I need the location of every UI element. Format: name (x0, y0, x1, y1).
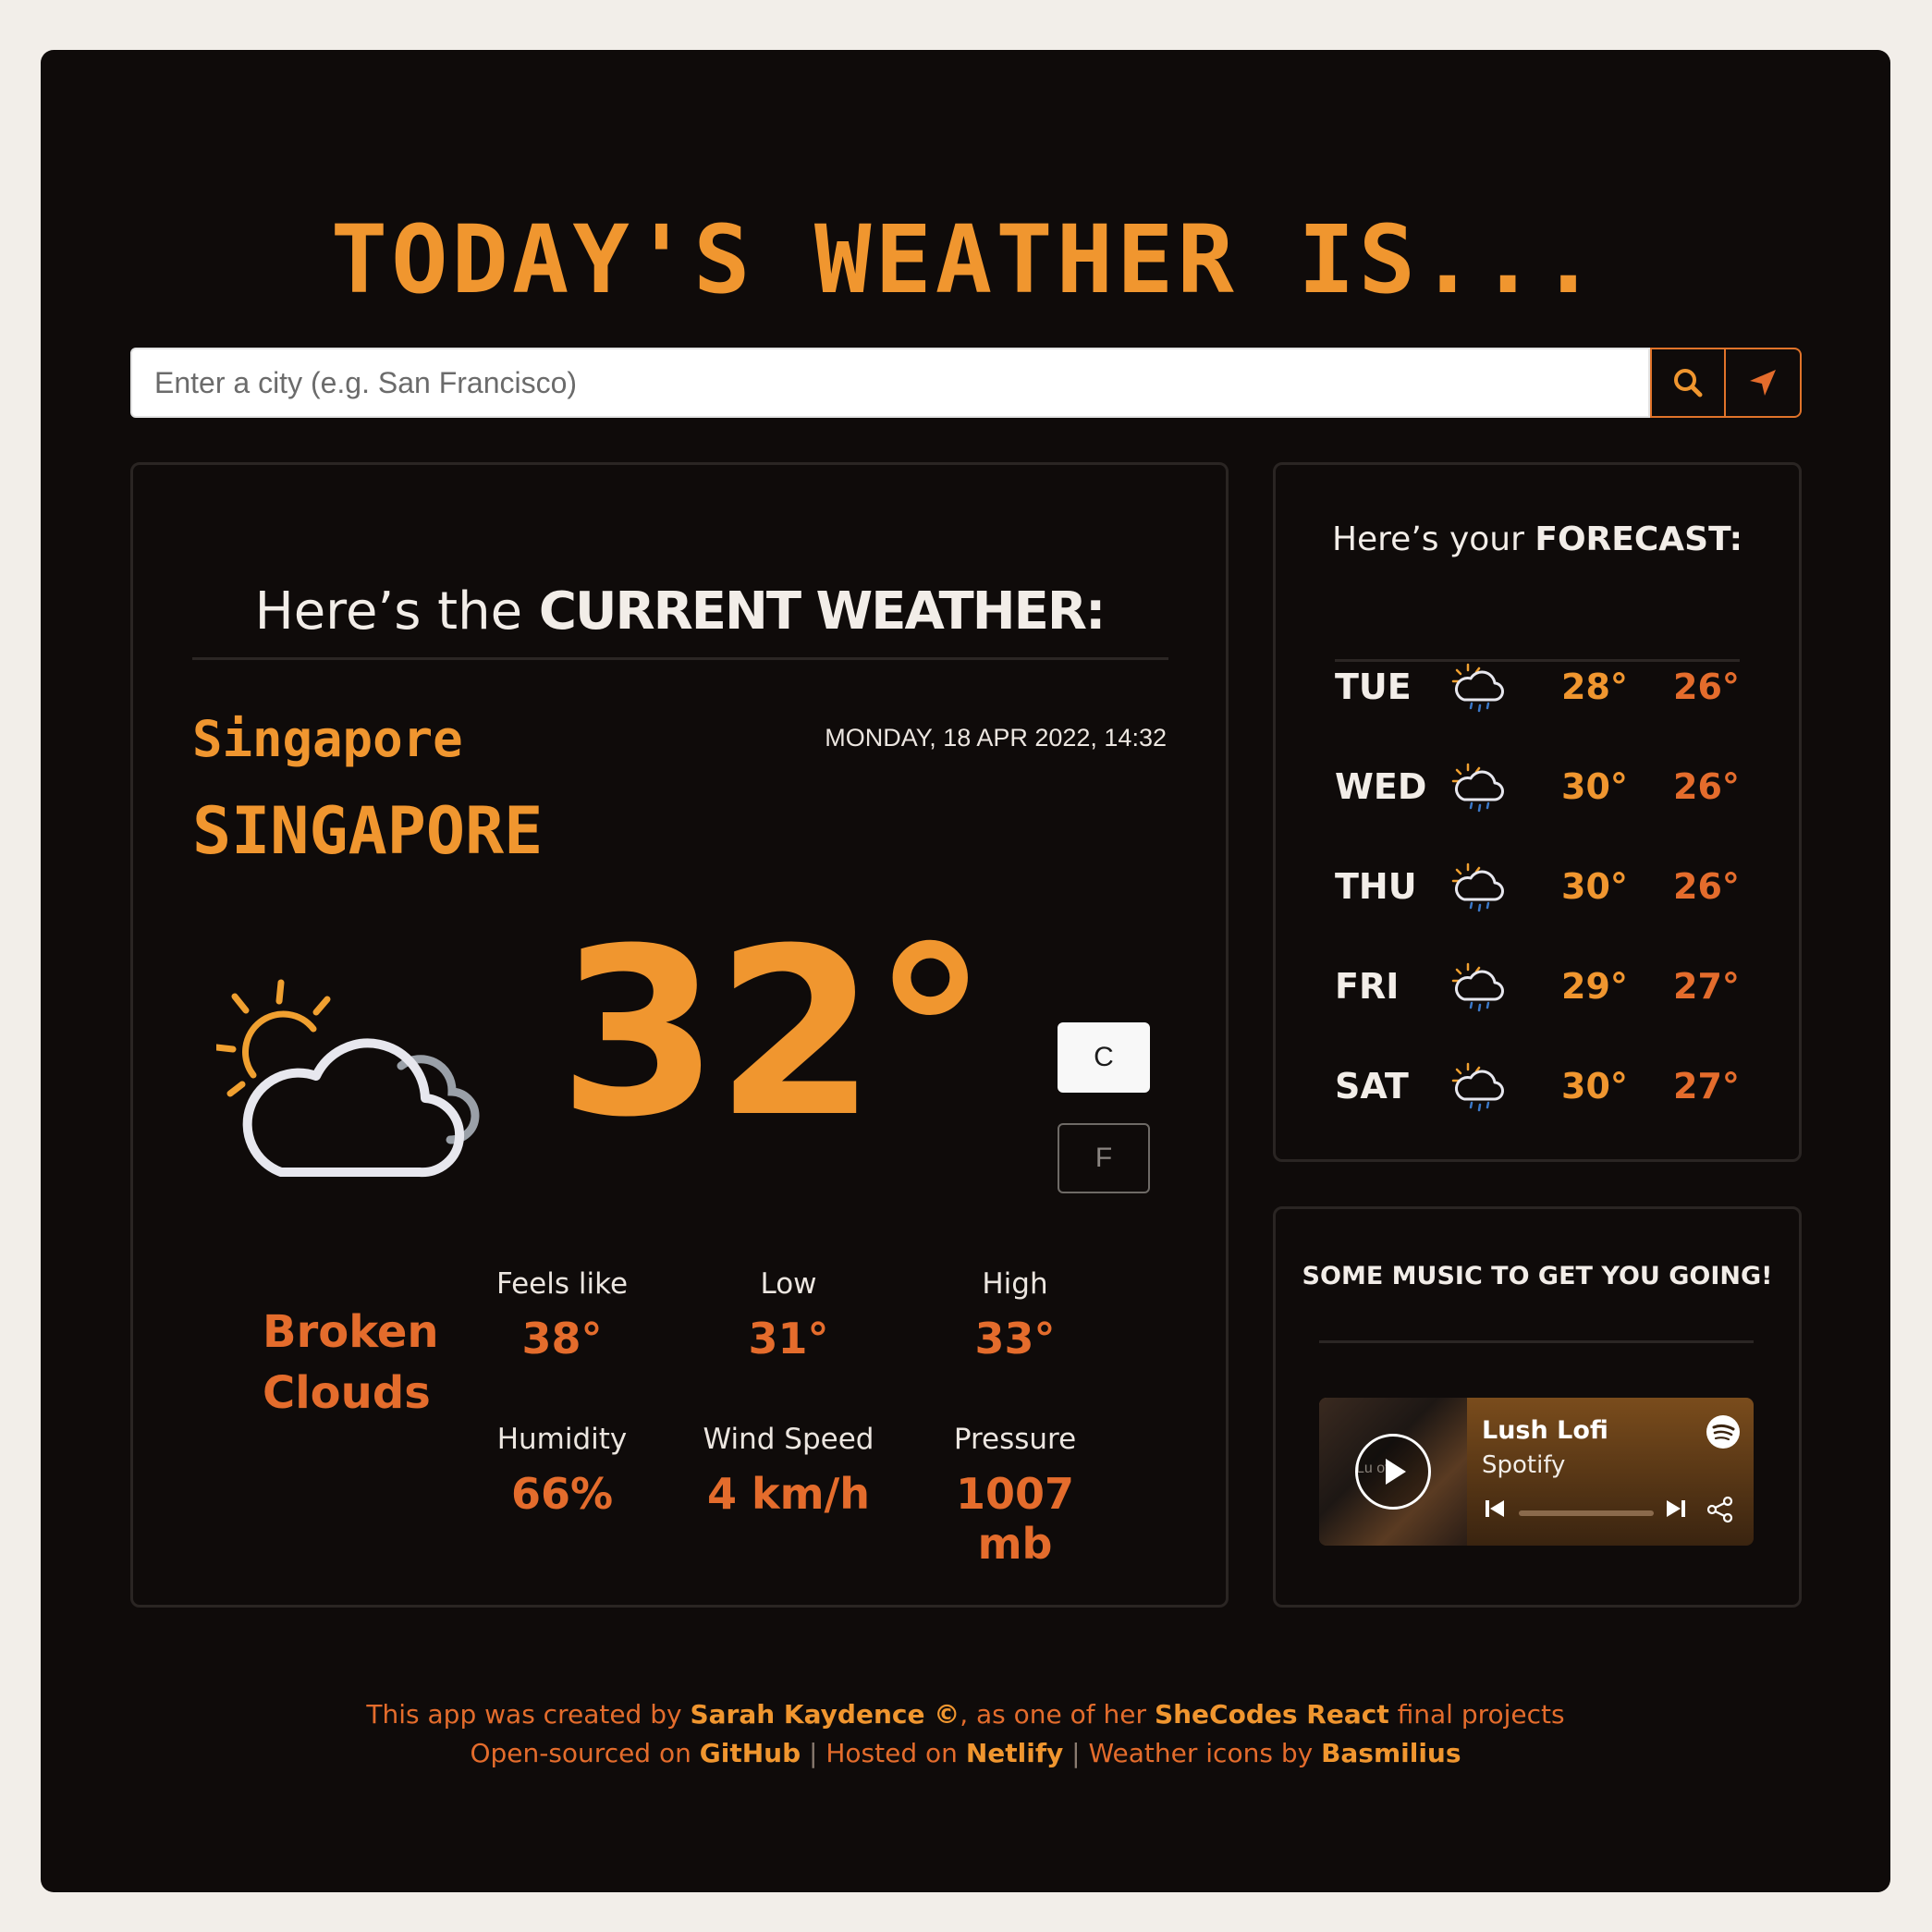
footer-text: , as one of her (960, 1699, 1155, 1730)
weather-description: Broken Clouds (263, 1306, 439, 1419)
forecast-high: 29° (1561, 966, 1628, 1007)
divider (192, 657, 1168, 660)
city-search-input[interactable] (130, 348, 1650, 418)
forecast-day: SAT (1335, 1066, 1409, 1107)
netlify-link[interactable]: Netlify (966, 1738, 1063, 1768)
search-button[interactable] (1650, 348, 1726, 418)
stat-value: 4 km/h (706, 1469, 871, 1519)
footer-text: Open-sourced on (470, 1738, 700, 1768)
current-location-button[interactable] (1726, 348, 1802, 418)
rain-cloud-sun-icon (1451, 862, 1504, 912)
basmilius-link[interactable]: Basmilius (1321, 1738, 1461, 1768)
next-track-icon[interactable] (1663, 1496, 1689, 1522)
rain-cloud-sun-icon (1451, 663, 1504, 713)
progress-bar[interactable] (1519, 1510, 1654, 1516)
stat-value: 33° (974, 1314, 1056, 1363)
stat-pressure: Pressure 1007 mb (913, 1423, 1117, 1569)
stat-value: 38° (521, 1314, 603, 1363)
footer-text: Weather icons by (1088, 1738, 1322, 1768)
app-frame: TODAY'S WEATHER IS... Here’s the CURRENT… (41, 50, 1890, 1892)
forecast-row-sat: SAT 30° 27° (1335, 1058, 1751, 1114)
footer-separator: | (801, 1738, 826, 1768)
current-weather-panel: Here’s the CURRENT WEATHER: Singapore MO… (130, 462, 1229, 1608)
stat-low: Low 31° (687, 1267, 890, 1363)
rain-cloud-sun-icon (1451, 1062, 1504, 1112)
forecast-day: WED (1335, 766, 1427, 807)
track-artist: Spotify (1482, 1451, 1566, 1479)
music-panel: SOME MUSIC TO GET YOU GOING! Lu ofi Lush… (1273, 1206, 1802, 1608)
music-heading: SOME MUSIC TO GET YOU GOING! (1302, 1262, 1773, 1290)
partly-cloudy-day-icon (216, 979, 480, 1178)
stat-feels-like: Feels like 38° (460, 1267, 664, 1363)
spotify-logo-icon[interactable] (1706, 1414, 1741, 1449)
heading-bold: CURRENT WEATHER: (538, 581, 1106, 642)
date-time: MONDAY, 18 APR 2022, 14:32 (825, 724, 1167, 752)
footer-text: This app was created by (366, 1699, 691, 1730)
forecast-low: 26° (1673, 866, 1740, 907)
footer-line-1: This app was created by Sarah Kaydence ©… (41, 1695, 1890, 1734)
footer-separator: | (1063, 1738, 1089, 1768)
stat-value: 66% (510, 1469, 614, 1519)
heading-prefix: Here’s the (254, 581, 523, 642)
forecast-day: THU (1335, 866, 1417, 907)
location-arrow-icon (1750, 370, 1776, 396)
forecast-row-thu: THU 30° 26° (1335, 859, 1751, 914)
rain-cloud-sun-icon (1451, 962, 1504, 1012)
forecast-low: 27° (1673, 966, 1740, 1007)
album-cover: Lu ofi (1319, 1398, 1467, 1546)
stat-label: Wind Speed (703, 1423, 874, 1456)
forecast-low: 27° (1673, 1066, 1740, 1107)
forecast-day: TUE (1335, 666, 1412, 707)
stat-label: Low (760, 1267, 817, 1301)
heading-prefix: Here’s your (1331, 520, 1524, 558)
footer-text: Hosted on (825, 1738, 966, 1768)
stat-humidity: Humidity 66% (460, 1423, 664, 1519)
forecast-panel: Here’s your FORECAST: TUE 28° 26° WED 30… (1273, 462, 1802, 1162)
footer-text: final projects (1388, 1699, 1565, 1730)
stat-label: Humidity (496, 1423, 628, 1456)
forecast-high: 30° (1561, 866, 1628, 907)
celsius-button[interactable]: C (1058, 1022, 1150, 1093)
forecast-high: 30° (1561, 1066, 1628, 1107)
stat-label: High (982, 1267, 1048, 1301)
share-icon[interactable] (1706, 1496, 1735, 1523)
spotify-player: Lu ofi Lush Lofi Spotify (1319, 1398, 1754, 1546)
current-temperature: 32° (558, 899, 988, 1168)
stat-wind-speed: Wind Speed 4 km/h (687, 1423, 890, 1519)
play-icon (1386, 1459, 1406, 1485)
forecast-low: 26° (1673, 666, 1740, 707)
forecast-day: FRI (1335, 966, 1400, 1007)
stat-high: High 33° (913, 1267, 1117, 1363)
forecast-high: 30° (1561, 766, 1628, 807)
country-name: SINGAPORE (192, 793, 544, 869)
forecast-row-wed: WED 30° 26° (1335, 759, 1751, 814)
stat-label: Feels like (495, 1267, 629, 1301)
forecast-heading: Here’s your FORECAST: (1276, 520, 1799, 558)
play-button[interactable] (1355, 1434, 1431, 1510)
heading-bold: FORECAST: (1535, 520, 1743, 558)
forecast-row-tue: TUE 28° 26° (1335, 659, 1751, 715)
rain-cloud-sun-icon (1451, 763, 1504, 813)
forecast-low: 26° (1673, 766, 1740, 807)
divider (1319, 1340, 1754, 1343)
author-link[interactable]: Sarah Kaydence © (690, 1699, 960, 1730)
shecodes-link[interactable]: SheCodes React (1155, 1699, 1389, 1730)
forecast-high: 28° (1561, 666, 1628, 707)
track-title: Lush Lofi (1482, 1416, 1608, 1445)
footer: This app was created by Sarah Kaydence ©… (41, 1695, 1890, 1773)
footer-line-2: Open-sourced on GitHub | Hosted on Netli… (41, 1734, 1890, 1773)
previous-track-icon[interactable] (1482, 1496, 1508, 1522)
fahrenheit-button[interactable]: F (1058, 1123, 1150, 1193)
current-weather-heading: Here’s the CURRENT WEATHER: (133, 581, 1226, 642)
stat-value: 1007 mb (955, 1469, 1075, 1569)
forecast-row-fri: FRI 29° 27° (1335, 959, 1751, 1014)
city-name: Singapore (192, 710, 463, 768)
search-icon (1674, 369, 1703, 397)
stat-label: Pressure (953, 1423, 1077, 1456)
github-link[interactable]: GitHub (700, 1738, 801, 1768)
stat-value: 31° (748, 1314, 829, 1363)
search-bar (130, 348, 1802, 418)
page-title: TODAY'S WEATHER IS... (330, 205, 1601, 315)
